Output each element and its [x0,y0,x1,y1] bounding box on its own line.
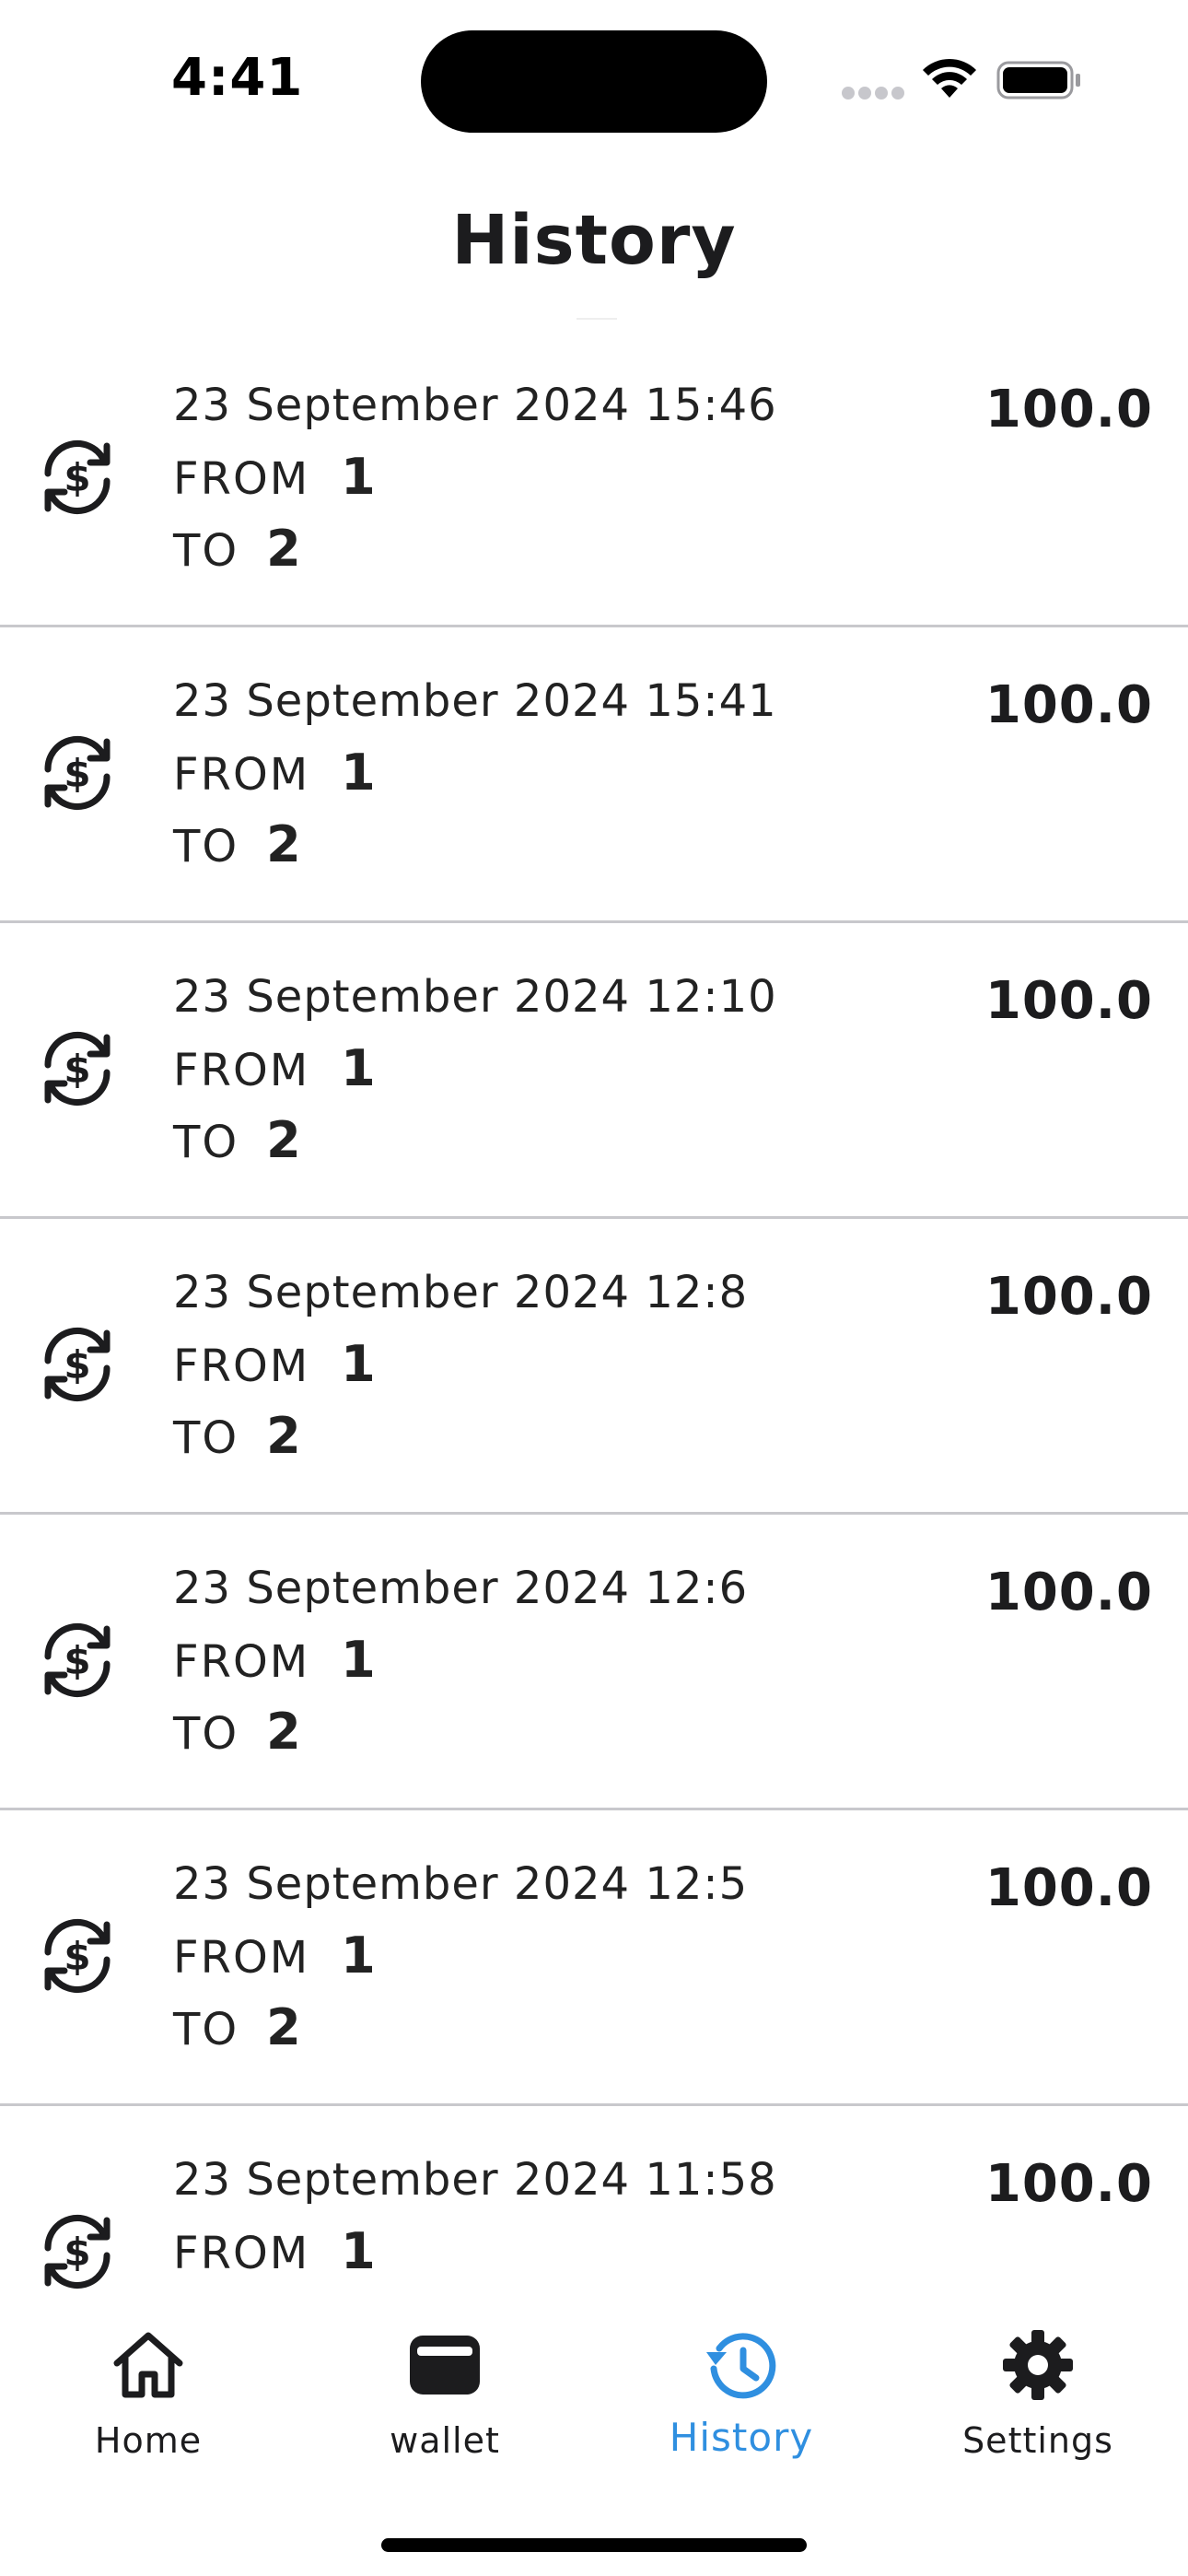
svg-text:$: $ [64,1342,90,1388]
home-icon [113,2332,183,2398]
gear-icon [1003,2330,1073,2400]
currency-exchange-icon: $ [44,2215,111,2289]
svg-text:$: $ [64,1638,90,1683]
from-value: 1 [341,1039,376,1097]
history-item[interactable]: $ 23 September 2024 15:41 FROM 1 TO 2 100.… [0,627,1188,923]
from-label: FROM [173,1636,310,1688]
from-row: FROM 1 [173,1631,376,1689]
currency-exchange-icon: $ [44,1032,111,1106]
to-row: TO 2 [173,815,301,873]
to-row: TO 2 [173,1111,301,1169]
svg-text:$: $ [64,1047,90,1092]
tab-label: History [669,2415,814,2460]
history-icon [706,2333,776,2399]
from-row: FROM 1 [173,1039,376,1097]
tab-settings[interactable]: Settings [890,2289,1186,2474]
status-time: 4:41 [171,48,304,108]
transaction-date: 23 September 2024 12:5 [173,1858,749,1910]
transaction-date: 23 September 2024 12:10 [173,971,777,1023]
tab-label: Settings [962,2420,1113,2461]
currency-exchange-icon: $ [44,1919,111,1993]
to-value: 2 [266,815,301,873]
to-row: TO 2 [173,520,301,578]
from-value: 1 [341,1335,376,1393]
transaction-date: 23 September 2024 15:41 [173,675,777,727]
from-label: FROM [173,749,310,801]
to-label: TO [173,1708,239,1760]
to-label: TO [173,2004,239,2055]
history-item[interactable]: $ 23 September 2024 15:46 FROM 1 TO 2 100.… [0,332,1188,627]
tab-label: wallet [390,2420,500,2461]
svg-text:$: $ [64,455,90,500]
status-bar: 4:41 [0,0,1188,157]
currency-exchange-icon: $ [44,736,111,810]
wallet-icon [410,2336,480,2395]
svg-text:$: $ [64,1934,90,1979]
cellular-signal-icon [842,87,904,100]
from-row: FROM 1 [173,1926,376,1985]
to-value: 2 [266,520,301,578]
header-divider [577,318,617,320]
history-item[interactable]: $ 23 September 2024 12:10 FROM 1 TO 2 100.… [0,923,1188,1219]
tab-bar: Home wallet History Settings [0,2289,1188,2576]
currency-exchange-icon: $ [44,1623,111,1697]
tab-home[interactable]: Home [0,2289,297,2474]
from-value: 1 [341,2222,376,2280]
from-label: FROM [173,1341,310,1392]
transaction-amount: 100.0 [984,1858,1153,1918]
wifi-icon [923,58,976,98]
transaction-amount: 100.0 [984,675,1153,735]
from-value: 1 [341,1926,376,1985]
transaction-amount: 100.0 [984,1563,1153,1622]
tab-label: Home [94,2420,203,2461]
transaction-date: 23 September 2024 11:58 [173,2154,777,2206]
transaction-amount: 100.0 [984,971,1153,1031]
from-row: FROM 1 [173,744,376,802]
from-label: FROM [173,453,310,505]
to-value: 2 [266,1407,301,1465]
history-item[interactable]: $ 23 September 2024 12:6 FROM 1 TO 2 100.0 [0,1515,1188,1810]
transaction-amount: 100.0 [984,2154,1153,2214]
transaction-date: 23 September 2024 12:6 [173,1563,749,1614]
to-value: 2 [266,1703,301,1761]
home-indicator[interactable] [381,2538,807,2552]
to-row: TO 2 [173,1998,301,2056]
from-value: 1 [341,448,376,506]
currency-exchange-icon: $ [44,440,111,514]
to-value: 2 [266,1998,301,2056]
to-row: TO 2 [173,1407,301,1465]
history-item[interactable]: $ 23 September 2024 12:8 FROM 1 TO 2 100.0 [0,1219,1188,1515]
from-value: 1 [341,1631,376,1689]
tab-history[interactable]: History [593,2289,890,2474]
currency-exchange-icon: $ [44,1328,111,1401]
svg-text:$: $ [64,751,90,796]
to-label: TO [173,821,239,872]
from-row: FROM 1 [173,2222,376,2280]
history-item[interactable]: $ 23 September 2024 11:58 FROM 1 100.0 [0,2106,1188,2289]
tab-wallet[interactable]: wallet [297,2289,593,2474]
page-title: History [451,201,737,280]
history-list[interactable]: $ 23 September 2024 15:46 FROM 1 TO 2 100.… [0,332,1188,2289]
transaction-date: 23 September 2024 15:46 [173,380,777,431]
from-value: 1 [341,744,376,802]
from-label: FROM [173,1045,310,1096]
to-label: TO [173,525,239,577]
from-label: FROM [173,1932,310,1984]
to-label: TO [173,1117,239,1168]
to-value: 2 [266,1111,301,1169]
transaction-amount: 100.0 [984,380,1153,439]
battery-icon [996,61,1080,100]
dynamic-island [421,30,767,133]
transaction-amount: 100.0 [984,1267,1153,1327]
to-row: TO 2 [173,1703,301,1761]
svg-text:$: $ [64,2230,90,2275]
transaction-date: 23 September 2024 12:8 [173,1267,749,1318]
from-row: FROM 1 [173,448,376,506]
from-row: FROM 1 [173,1335,376,1393]
to-label: TO [173,1412,239,1464]
history-item[interactable]: $ 23 September 2024 12:5 FROM 1 TO 2 100.0 [0,1810,1188,2106]
from-label: FROM [173,2228,310,2279]
